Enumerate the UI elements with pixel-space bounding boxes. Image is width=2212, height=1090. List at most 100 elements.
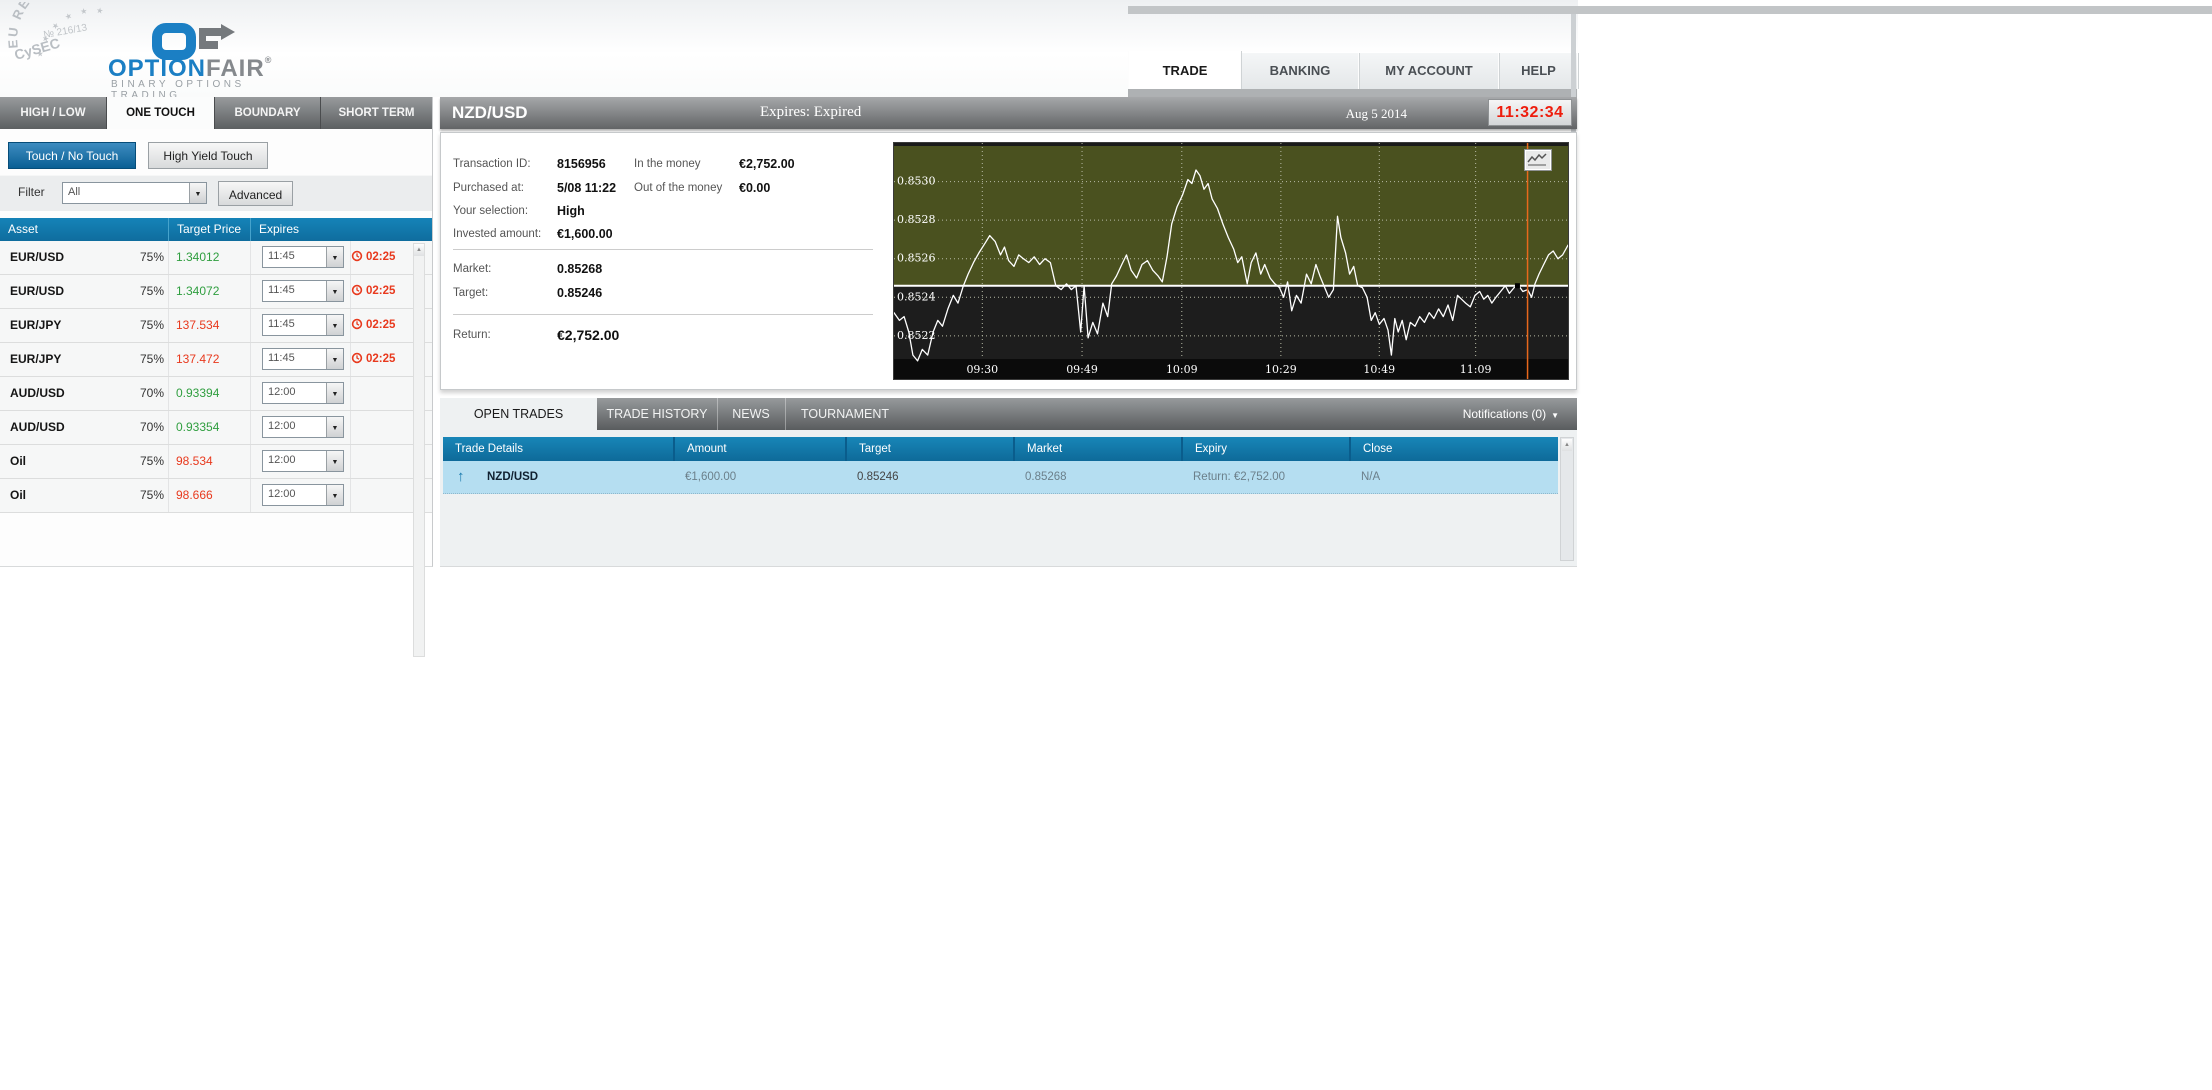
scroll-up-icon[interactable]: ▲	[414, 244, 424, 256]
asset-row[interactable]: Oil 75% 98.666 12:00▼	[0, 479, 432, 513]
in-the-money-value: €2,752.00	[739, 157, 795, 171]
return-label: Return:	[453, 329, 491, 341]
asset-target-price: 0.93394	[176, 386, 219, 400]
asset-payout: 70%	[118, 386, 164, 400]
nav-tab-my-account[interactable]: MY ACCOUNT	[1358, 53, 1500, 89]
market-label: Market:	[453, 263, 491, 275]
nav-tab-help[interactable]: HELP	[1498, 53, 1579, 89]
asset-target-price: 1.34072	[176, 284, 219, 298]
asset-target-price: 137.534	[176, 318, 219, 332]
market-value: 0.85268	[557, 262, 602, 276]
svg-text:09:30: 09:30	[966, 363, 998, 376]
asset-row[interactable]: EUR/JPY 75% 137.472 11:45▼ 02:25	[0, 343, 432, 377]
tab-one-touch[interactable]: ONE TOUCH	[107, 97, 215, 129]
filter-select[interactable]: All ▼	[62, 182, 207, 204]
asset-row[interactable]: EUR/JPY 75% 137.534 11:45▼ 02:25	[0, 309, 432, 343]
tab-boundary[interactable]: BOUNDARY	[215, 97, 321, 129]
svg-text:0.8530: 0.8530	[897, 175, 936, 188]
tab-open-trades[interactable]: OPEN TRADES	[440, 398, 597, 430]
svg-text:10:49: 10:49	[1363, 363, 1395, 376]
asset-payout: 75%	[118, 454, 164, 468]
dropdown-arrow-icon[interactable]: ▼	[189, 183, 206, 203]
main-nav: TRADE BANKING MY ACCOUNT HELP	[1128, 53, 1577, 89]
tab-trade-history[interactable]: TRADE HISTORY	[597, 398, 718, 430]
svg-text:0.8522: 0.8522	[897, 329, 936, 342]
tab-high-low[interactable]: HIGH / LOW	[0, 97, 107, 129]
asset-list: EUR/USD 75% 1.34012 11:45▼ 02:25 EUR/USD…	[0, 241, 432, 513]
expires-status: Expires: Expired	[760, 104, 861, 121]
asset-row[interactable]: EUR/USD 75% 1.34072 11:45▼ 02:25	[0, 275, 432, 309]
return-value: €2,752.00	[557, 327, 619, 343]
out-of-the-money-value: €0.00	[739, 181, 770, 195]
tab-tournament[interactable]: TOURNAMENT	[785, 398, 905, 430]
asset-payout: 75%	[118, 488, 164, 502]
open-trade-row[interactable]: ↑ NZD/USD €1,600.00 0.85246 0.85268 Retu…	[443, 461, 1558, 494]
transaction-id-value: 8156956	[557, 157, 606, 171]
asset-list-scrollbar[interactable]: ▲	[413, 243, 425, 657]
filter-bar: Filter All ▼ Advanced	[0, 175, 432, 211]
clock: 11:32:34	[1488, 99, 1572, 126]
scroll-up-icon[interactable]: ▲	[1562, 439, 1572, 451]
asset-payout: 70%	[118, 420, 164, 434]
asset-payout: 75%	[118, 250, 164, 264]
optionfair-logo: EU REGULATED ★ ★ ★ ★ ★ ★ № 216/13 CySEC …	[8, 2, 308, 94]
dropdown-arrow-icon[interactable]: ▼	[326, 485, 343, 505]
asset-target-price: 137.472	[176, 352, 219, 366]
dropdown-arrow-icon[interactable]: ▼	[326, 281, 343, 301]
high-yield-touch-button[interactable]: High Yield Touch	[148, 142, 268, 169]
sidebar: HIGH / LOW ONE TOUCH BOUNDARY SHORT TERM…	[0, 97, 433, 567]
clock-icon	[351, 284, 363, 296]
trades-scrollbar[interactable]: ▲	[1560, 437, 1574, 561]
expiry-select[interactable]: 11:45▼	[262, 348, 344, 370]
expiry-select[interactable]: 11:45▼	[262, 246, 344, 268]
countdown-timer: 02:25	[351, 318, 395, 331]
tab-short-term[interactable]: SHORT TERM	[321, 97, 432, 129]
countdown-timer: 02:25	[351, 284, 395, 297]
asset-target-price: 0.93354	[176, 420, 219, 434]
expiry-select[interactable]: 12:00▼	[262, 450, 344, 472]
dropdown-arrow-icon[interactable]: ▼	[326, 451, 343, 471]
asset-payout: 75%	[118, 318, 164, 332]
tab-news[interactable]: NEWS	[717, 398, 786, 430]
bottom-panel: OPEN TRADES TRADE HISTORY NEWS TOURNAMEN…	[440, 398, 1577, 567]
trade-amount: €1,600.00	[673, 461, 845, 493]
touch-no-touch-button[interactable]: Touch / No Touch	[8, 142, 136, 169]
svg-text:10:29: 10:29	[1265, 363, 1297, 376]
trade-asset: NZD/USD	[487, 461, 538, 493]
expiry-select[interactable]: 11:45▼	[262, 280, 344, 302]
clock-icon	[351, 250, 363, 262]
nav-underbar	[1128, 89, 1577, 97]
purchased-at-label: Purchased at:	[453, 182, 524, 194]
expiry-select[interactable]: 12:00▼	[262, 484, 344, 506]
advanced-button[interactable]: Advanced	[218, 181, 293, 206]
col-target: Target	[845, 437, 1013, 461]
brand-option: OPTION	[108, 55, 206, 82]
nav-tab-banking[interactable]: BANKING	[1240, 53, 1360, 89]
asset-row[interactable]: AUD/USD 70% 0.93394 12:00▼	[0, 377, 432, 411]
dropdown-arrow-icon[interactable]: ▼	[326, 417, 343, 437]
asset-row[interactable]: EUR/USD 75% 1.34012 11:45▼ 02:25	[0, 241, 432, 275]
asset-target-price: 1.34012	[176, 250, 219, 264]
trade-details-panel: Transaction ID: 8156956 In the money €2,…	[440, 132, 1577, 390]
subtab-bar: Touch / No Touch High Yield Touch	[0, 129, 432, 175]
col-trade-details: Trade Details	[443, 437, 673, 461]
dropdown-arrow-icon[interactable]: ▼	[326, 315, 343, 335]
expiry-select[interactable]: 12:00▼	[262, 382, 344, 404]
transaction-id-label: Transaction ID:	[453, 158, 531, 170]
filter-label: Filter	[18, 185, 45, 199]
chart-type-button[interactable]	[1524, 149, 1552, 171]
asset-row[interactable]: Oil 75% 98.534 12:00▼	[0, 445, 432, 479]
notifications-dropdown[interactable]: Notifications (0)▼	[1463, 398, 1559, 430]
expiry-select[interactable]: 12:00▼	[262, 416, 344, 438]
asset-row[interactable]: AUD/USD 70% 0.93354 12:00▼	[0, 411, 432, 445]
col-market: Market	[1013, 437, 1181, 461]
expiry-select[interactable]: 11:45▼	[262, 314, 344, 336]
dropdown-arrow-icon[interactable]: ▼	[326, 247, 343, 267]
dropdown-arrow-icon[interactable]: ▼	[326, 383, 343, 403]
notifications-dropdown-icon: ▼	[1551, 411, 1559, 420]
dropdown-arrow-icon[interactable]: ▼	[326, 349, 343, 369]
col-expiry: Expiry	[1181, 437, 1349, 461]
asset-name: EUR/JPY	[10, 352, 61, 366]
asset-name: AUD/USD	[10, 386, 65, 400]
trade-expiry: Return: €2,752.00	[1181, 461, 1349, 493]
